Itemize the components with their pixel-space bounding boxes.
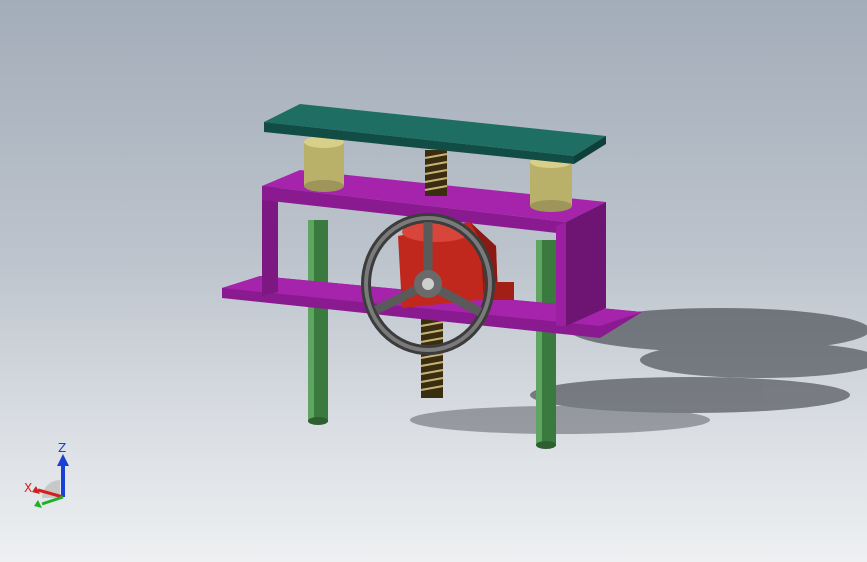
bushing-left	[304, 136, 344, 192]
view-orientation-triad: Z X	[20, 440, 80, 510]
guide-post-left	[308, 220, 328, 425]
z-axis-arrow-icon	[57, 454, 69, 466]
graphics-viewport[interactable]: Z X	[0, 0, 867, 562]
y-axis-arrow-icon	[34, 500, 42, 508]
guide-post-right	[536, 240, 556, 449]
model-canvas[interactable]	[0, 0, 867, 562]
y-axis-icon	[41, 495, 64, 506]
x-axis-label: X	[24, 481, 32, 495]
bushing-right	[530, 156, 572, 212]
z-axis-label: Z	[58, 441, 66, 455]
lead-screw-upper	[424, 150, 448, 196]
triad-graphic: Z X	[24, 441, 69, 508]
